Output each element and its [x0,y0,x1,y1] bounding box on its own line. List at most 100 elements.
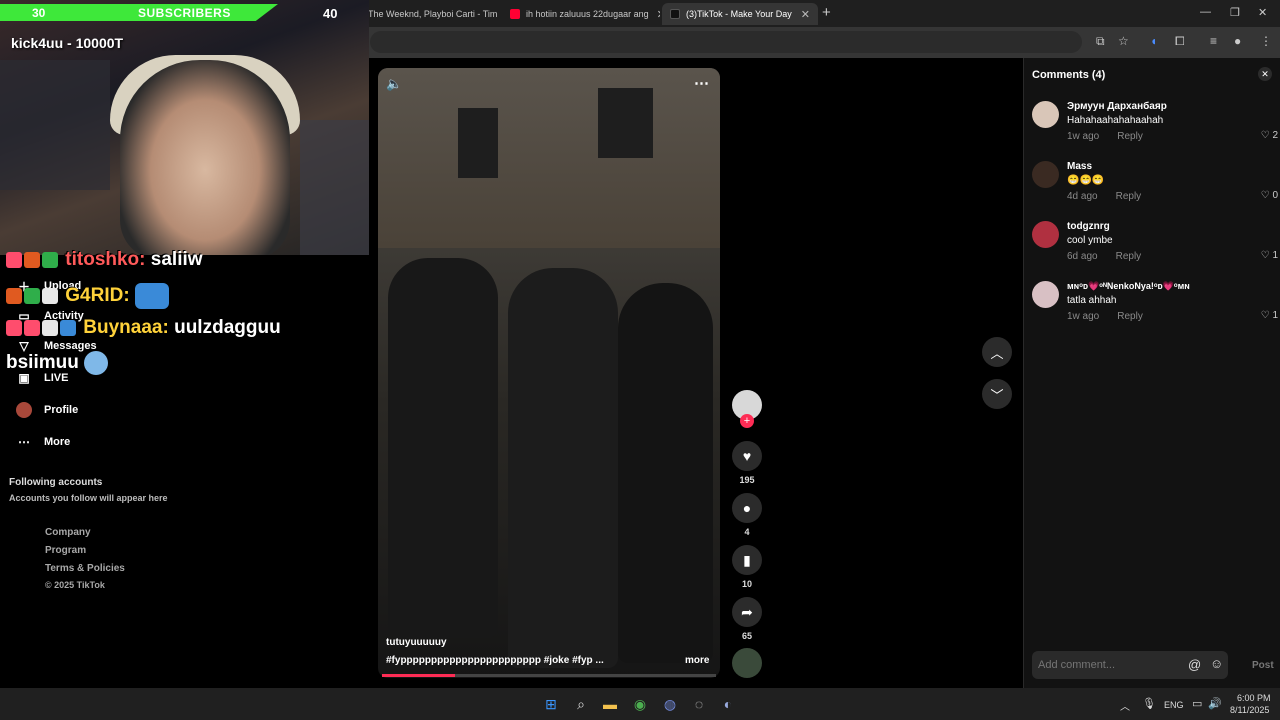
minimize-icon[interactable]: — [1200,6,1211,18]
save-button[interactable]: ▮ 10 [732,545,762,589]
comment-meta: 6d ago Reply [1067,251,1141,262]
network-icon[interactable]: ▭ [1192,697,1202,710]
chevron-down-icon: ﹀ [990,387,1004,403]
obs-icon[interactable]: ◌ [689,694,709,714]
chevron-up-icon: ︿ [990,345,1004,361]
sidebar-item-label: Profile [44,404,79,416]
volume-icon[interactable]: 🔈 [386,76,402,92]
avatar[interactable] [1032,161,1059,188]
comment-like-count: 0 [1272,190,1278,201]
comments-panel [1023,58,1280,688]
media-icon[interactable]: ≡ [1210,34,1217,48]
close-comments-icon[interactable]: ✕ [1258,67,1272,81]
like-button[interactable]: ♥ 195 [732,441,762,485]
file-explorer-icon[interactable]: ▬ [600,694,620,714]
volume-tray-icon[interactable]: 🔊 [1208,697,1222,710]
share-icon: ➦ [732,597,762,627]
comment-button[interactable]: ● 4 [732,493,762,537]
streamer-face [120,60,290,255]
video-author[interactable]: tutuyuuuuuy [386,637,447,648]
avatar[interactable] [1032,101,1059,128]
language-indicator[interactable]: ENG [1164,700,1184,710]
video-person [618,283,713,663]
video-window [598,88,653,158]
close-icon[interactable]: ✕ [649,8,660,21]
caption-more-link[interactable]: more [685,655,709,666]
comment-like-button[interactable]: ♡ 1 [1261,310,1278,321]
tab-title: ih hotiin zaluuus 22dugaar ang [526,9,649,19]
browser-tab-2[interactable]: ih hotiin zaluuus 22dugaar ang ✕ [502,3,660,25]
comment-text: Hahahaahahahaahah [1067,115,1164,126]
comment-like-button[interactable]: ♡ 1 [1261,250,1278,261]
more-icon: ⋯ [18,435,30,449]
tiktok-icon [670,9,680,19]
tray-chevron-icon[interactable]: ︿ [1120,698,1130,713]
discord-icon[interactable]: ◍ [660,694,680,714]
video-caption: #fyppppppppppppppppppppppp #joke #fyp ..… [386,655,604,666]
comment-text: cool ymbe [1067,235,1113,246]
comment-meta: 4d ago Reply [1067,191,1141,202]
footer-link-program[interactable]: Program [45,545,86,556]
search-icon[interactable]: ⌕ [571,694,591,714]
maximize-icon[interactable]: ❐ [1230,6,1240,19]
share-button[interactable]: ➦ 65 [732,597,762,641]
comment-input[interactable] [1038,656,1178,674]
new-tab-button[interactable]: + [822,4,831,21]
music-disc[interactable] [732,648,762,678]
emote-icon [134,283,169,309]
next-video-button[interactable]: ﹀ [982,379,1012,409]
puzzle-icon[interactable]: ⧠ [1175,34,1185,49]
comment-like-button[interactable]: ♡ 0 [1261,190,1278,201]
browser-tab-tiktok[interactable]: (3)TikTok - Make Your Day ✕ [662,3,818,25]
extension-icon[interactable]: ◖ [1150,34,1157,48]
first-badge-icon [24,288,40,304]
reply-button[interactable]: Reply [1117,311,1143,322]
clock-date[interactable]: 8/11/2025 [1230,705,1269,715]
avatar[interactable] [1032,221,1059,248]
close-window-icon[interactable]: ✕ [1258,6,1267,19]
chat-message: G4RID: [6,283,171,309]
windows-start-icon[interactable]: ⊞ [541,694,561,714]
comment-text: tatla ahhah [1067,295,1117,306]
video-options-icon[interactable]: ⋯ [694,74,709,92]
tab-title: The Weeknd, Playboi Carti - Tim [368,9,498,19]
author-avatar[interactable]: + [732,390,762,428]
mention-icon[interactable]: @ [1188,657,1201,672]
comment-username[interactable]: Mass [1067,161,1092,172]
close-icon[interactable]: ✕ [793,8,810,21]
chat-text: saliiw [150,249,203,270]
microphone-icon[interactable]: 🎙 [1142,697,1156,710]
comment-icon: ● [732,493,762,523]
emoji-icon[interactable]: ☺ [1210,656,1223,671]
follow-plus-icon[interactable]: + [740,414,754,428]
avatar[interactable] [1032,281,1059,308]
video-player[interactable]: 🔈 ⋯ tutuyuuuuuy #fyppppppppppppppppppppp… [378,68,720,678]
comment-username[interactable]: Эрмуун Дарханбаяр [1067,101,1167,112]
sidebar-item-profile[interactable]: Profile [16,402,78,418]
share-count: 65 [741,631,752,641]
footer-link-terms[interactable]: Terms & Policies [45,563,125,574]
steam-icon[interactable]: ◐ [718,694,738,714]
install-icon[interactable]: ⧉ [1096,34,1105,49]
reply-button[interactable]: Reply [1116,191,1142,202]
subscriber-count: 30 [32,6,46,20]
url-input[interactable] [370,31,1082,53]
chat-text: bsiimuu [6,352,79,374]
chat-message: bsiimuu [6,351,110,375]
reply-button[interactable]: Reply [1117,131,1143,142]
menu-kebab-icon[interactable]: ⋮ [1260,34,1272,48]
comment-like-button[interactable]: ♡ 2 [1261,130,1278,141]
footer-link-company[interactable]: Company [45,527,91,538]
previous-video-button[interactable]: ︿ [982,337,1012,367]
reply-button[interactable]: Reply [1116,251,1142,262]
comment-username[interactable]: ᴍɴᵒᴅ💗ᵒᴺNenkoNya!ᵒᴅ💗ᵒᴍɴ [1067,281,1190,292]
grid-badge-icon [60,319,76,336]
chrome-icon[interactable]: ◉ [630,694,650,714]
comment-username[interactable]: todgznrg [1067,221,1110,232]
clock-time[interactable]: 6:00 PM [1237,693,1271,703]
post-button[interactable]: Post [1252,660,1274,671]
bookmark-star-icon[interactable]: ☆ [1118,34,1129,48]
sidebar-item-more[interactable]: ⋯ More [16,434,70,450]
profile-icon[interactable]: ● [1234,34,1241,48]
video-progress-fill [382,674,456,677]
